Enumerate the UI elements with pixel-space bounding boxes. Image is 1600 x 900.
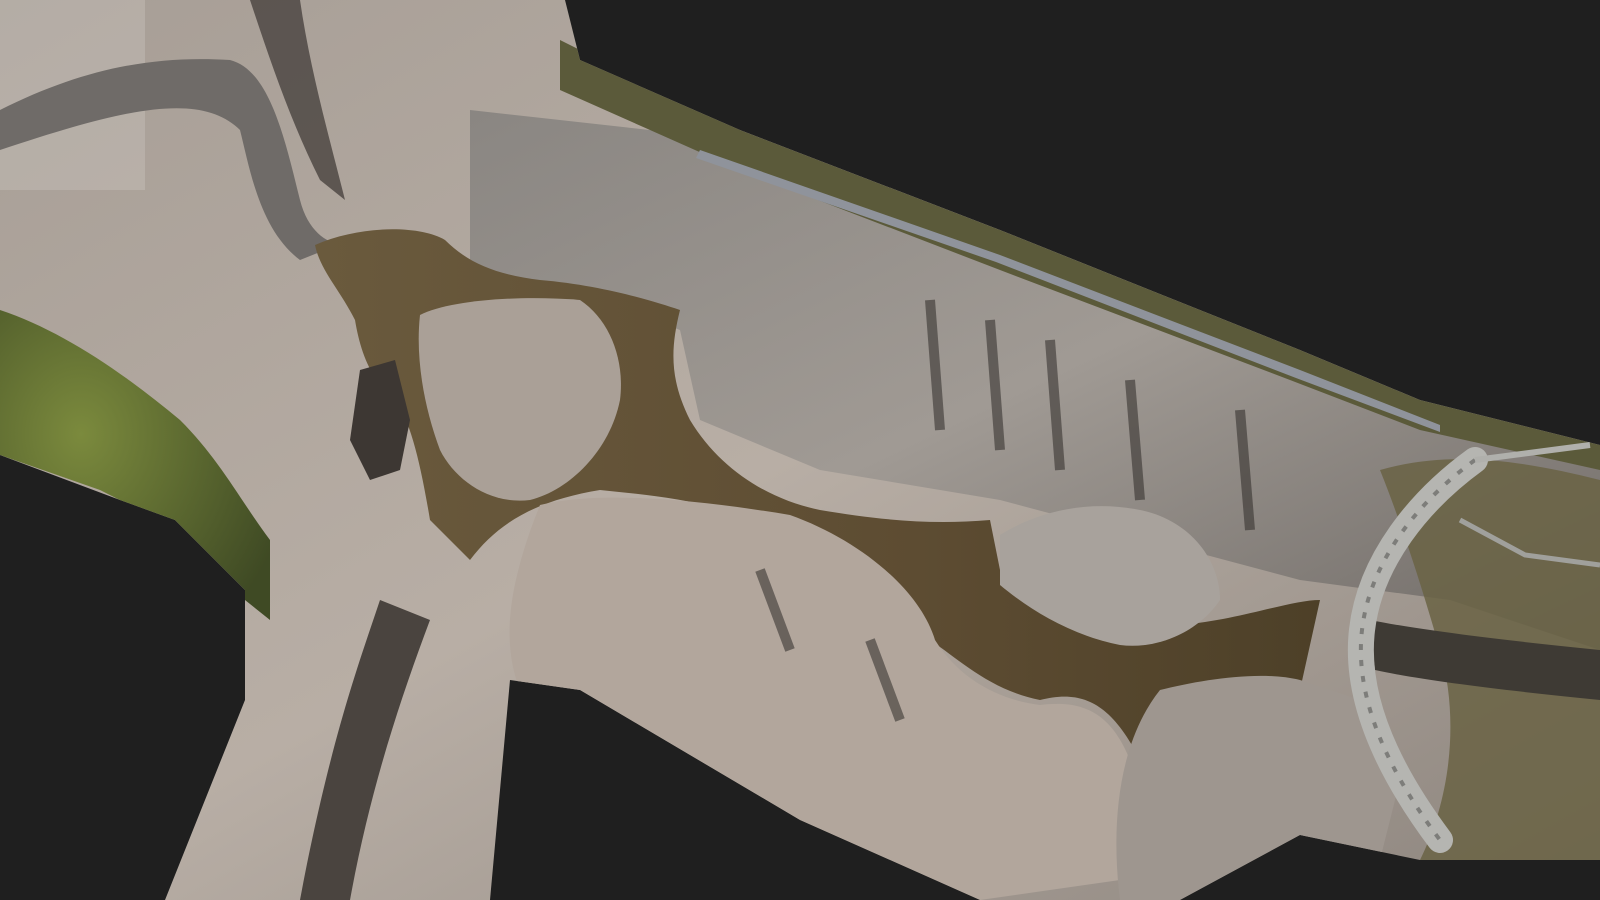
map-viewport[interactable] — [0, 0, 1600, 900]
orthomosaic-image[interactable] — [0, 0, 1600, 900]
mosaic-area — [0, 0, 1600, 900]
